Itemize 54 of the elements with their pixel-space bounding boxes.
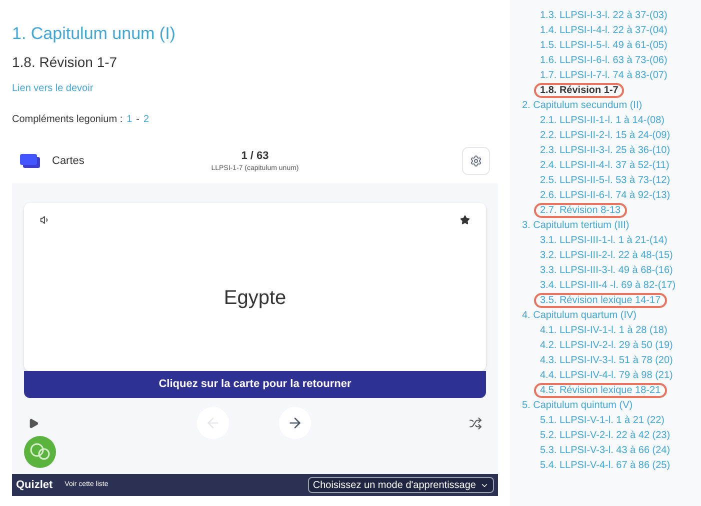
mode-label: Cartes [52,154,84,169]
chapter-item[interactable]: 5. Capitulum quintum (V) [520,398,635,413]
shuffle-icon[interactable] [469,416,482,430]
sidebar-item[interactable]: 2.1. LLPSI-II-1-l. 1 à 14-(08) [534,113,671,128]
sidebar-item[interactable]: 5.1. LLPSI-V-1-l. 1 à 21 (22) [534,413,671,428]
sidebar-item[interactable]: 4.3. LLPSI-IV-3-l. 51 à 78 (20) [534,353,679,368]
complement-link[interactable]: 1 [126,112,132,127]
next-button[interactable] [279,407,311,439]
sidebar-item[interactable]: 3.2. LLPSI-III-2-l. 22 à 48-(15) [534,248,679,263]
mode-select[interactable]: Choisissez un mode d'apprentissage [308,477,494,493]
sidebar-item[interactable]: 1.4. LLPSI-I-4-l. 22 à 37-(04) [534,23,674,38]
chapter-item[interactable]: 2. Capitulum secundum (II) [520,98,644,113]
sidebar-item[interactable]: 1.6. LLPSI-I-6-l. 63 à 73-(06) [534,53,674,68]
sidebar-item[interactable]: 3.4. LLPSI-III-4 -l. 69 à 82-(17) [534,278,682,293]
card-counter: 1 / 63 [241,148,269,164]
sidebar-item[interactable]: 3.5. Révision lexique 14-17 [534,293,667,308]
cards-icon [20,154,40,168]
sidebar-item[interactable]: 2.5. LLPSI-II-5-l. 53 à 73-(12) [534,173,676,188]
sidebar-item[interactable]: 2.7. Révision 8-13 [534,203,627,218]
sidebar-item[interactable]: 4.5. Révision lexique 18-21 [534,383,667,398]
separator-dash: - [136,113,140,127]
settings-icon [470,155,482,167]
assignment-link[interactable]: Lien vers le devoir [12,81,94,96]
sidebar-item[interactable]: 2.2. LLPSI-II-2-l. 15 à 24-(09) [534,128,676,143]
sidebar-item[interactable]: 3.1. LLPSI-III-1-l. 1 à 21-(14) [534,233,674,248]
flip-bar[interactable]: Cliquez sur la carte pour la retourner [24,371,486,398]
right-arrow-icon [287,415,303,431]
sidebar-item[interactable]: 5.3. LLPSI-V-3-l. 43 à 66 (24) [534,443,676,458]
sidebar-item[interactable]: 1.5. LLPSI-I-5-l. 49 à 61-(05) [534,38,674,53]
sidebar-item[interactable]: 3.3. LLPSI-III-3-l. 49 à 68-(16) [534,263,679,278]
star-icon[interactable] [460,215,470,225]
settings-button[interactable] [462,147,490,175]
play-icon[interactable] [28,418,39,428]
footer-logo[interactable]: Quizlet [16,476,53,494]
complements-label: Compléments legonium : [12,113,123,127]
sidebar-item[interactable]: 5.4. LLPSI-V-4-l. 67 à 86 (25) [534,458,676,473]
lesson-title: 1.8. Révision 1-7 [12,53,118,72]
sidebar-item[interactable]: 5.2. LLPSI-V-2-l. 22 à 42 (23) [534,428,676,443]
sidebar-item[interactable]: 4.1. LLPSI-IV-1-l. 1 à 28 (18) [534,323,674,338]
sidebar-item[interactable]: 2.4. LLPSI-II-4-l. 37 à 52-(11) [534,158,676,173]
chapter-item[interactable]: 4. Capitulum quartum (IV) [520,308,638,323]
audio-icon[interactable] [40,215,50,225]
sidebar-item[interactable]: 2.6. LLPSI-II-6-l. 74 à 92-(13) [534,188,676,203]
flashcard[interactable]: Egypte [24,203,486,371]
sidebar-item[interactable]: 1.7. LLPSI-I-7-l. 74 à 83-(07) [534,68,674,83]
sidebar-item[interactable]: 1.8. Révision 1-7 [534,83,624,98]
chapter-item[interactable]: 3. Capitulum tertium (III) [520,218,632,233]
sidebar-item[interactable]: 4.4. LLPSI-IV-4-l. 79 à 98 (21) [534,368,679,383]
chapter-title[interactable]: 1. Capitulum unum (I) [12,24,498,44]
sidebar-item[interactable]: 1.3. LLPSI-I-3-l. 22 à 37-(03) [534,8,674,23]
sidebar-item[interactable]: 4.2. LLPSI-IV-2-l. 29 à 50 (19) [534,338,679,353]
sidebar-item[interactable]: 2.3. LLPSI-II-3-l. 25 à 36-(10) [534,143,676,158]
card-term: Egypte [224,286,286,311]
complement-link[interactable]: 2 [144,112,150,127]
